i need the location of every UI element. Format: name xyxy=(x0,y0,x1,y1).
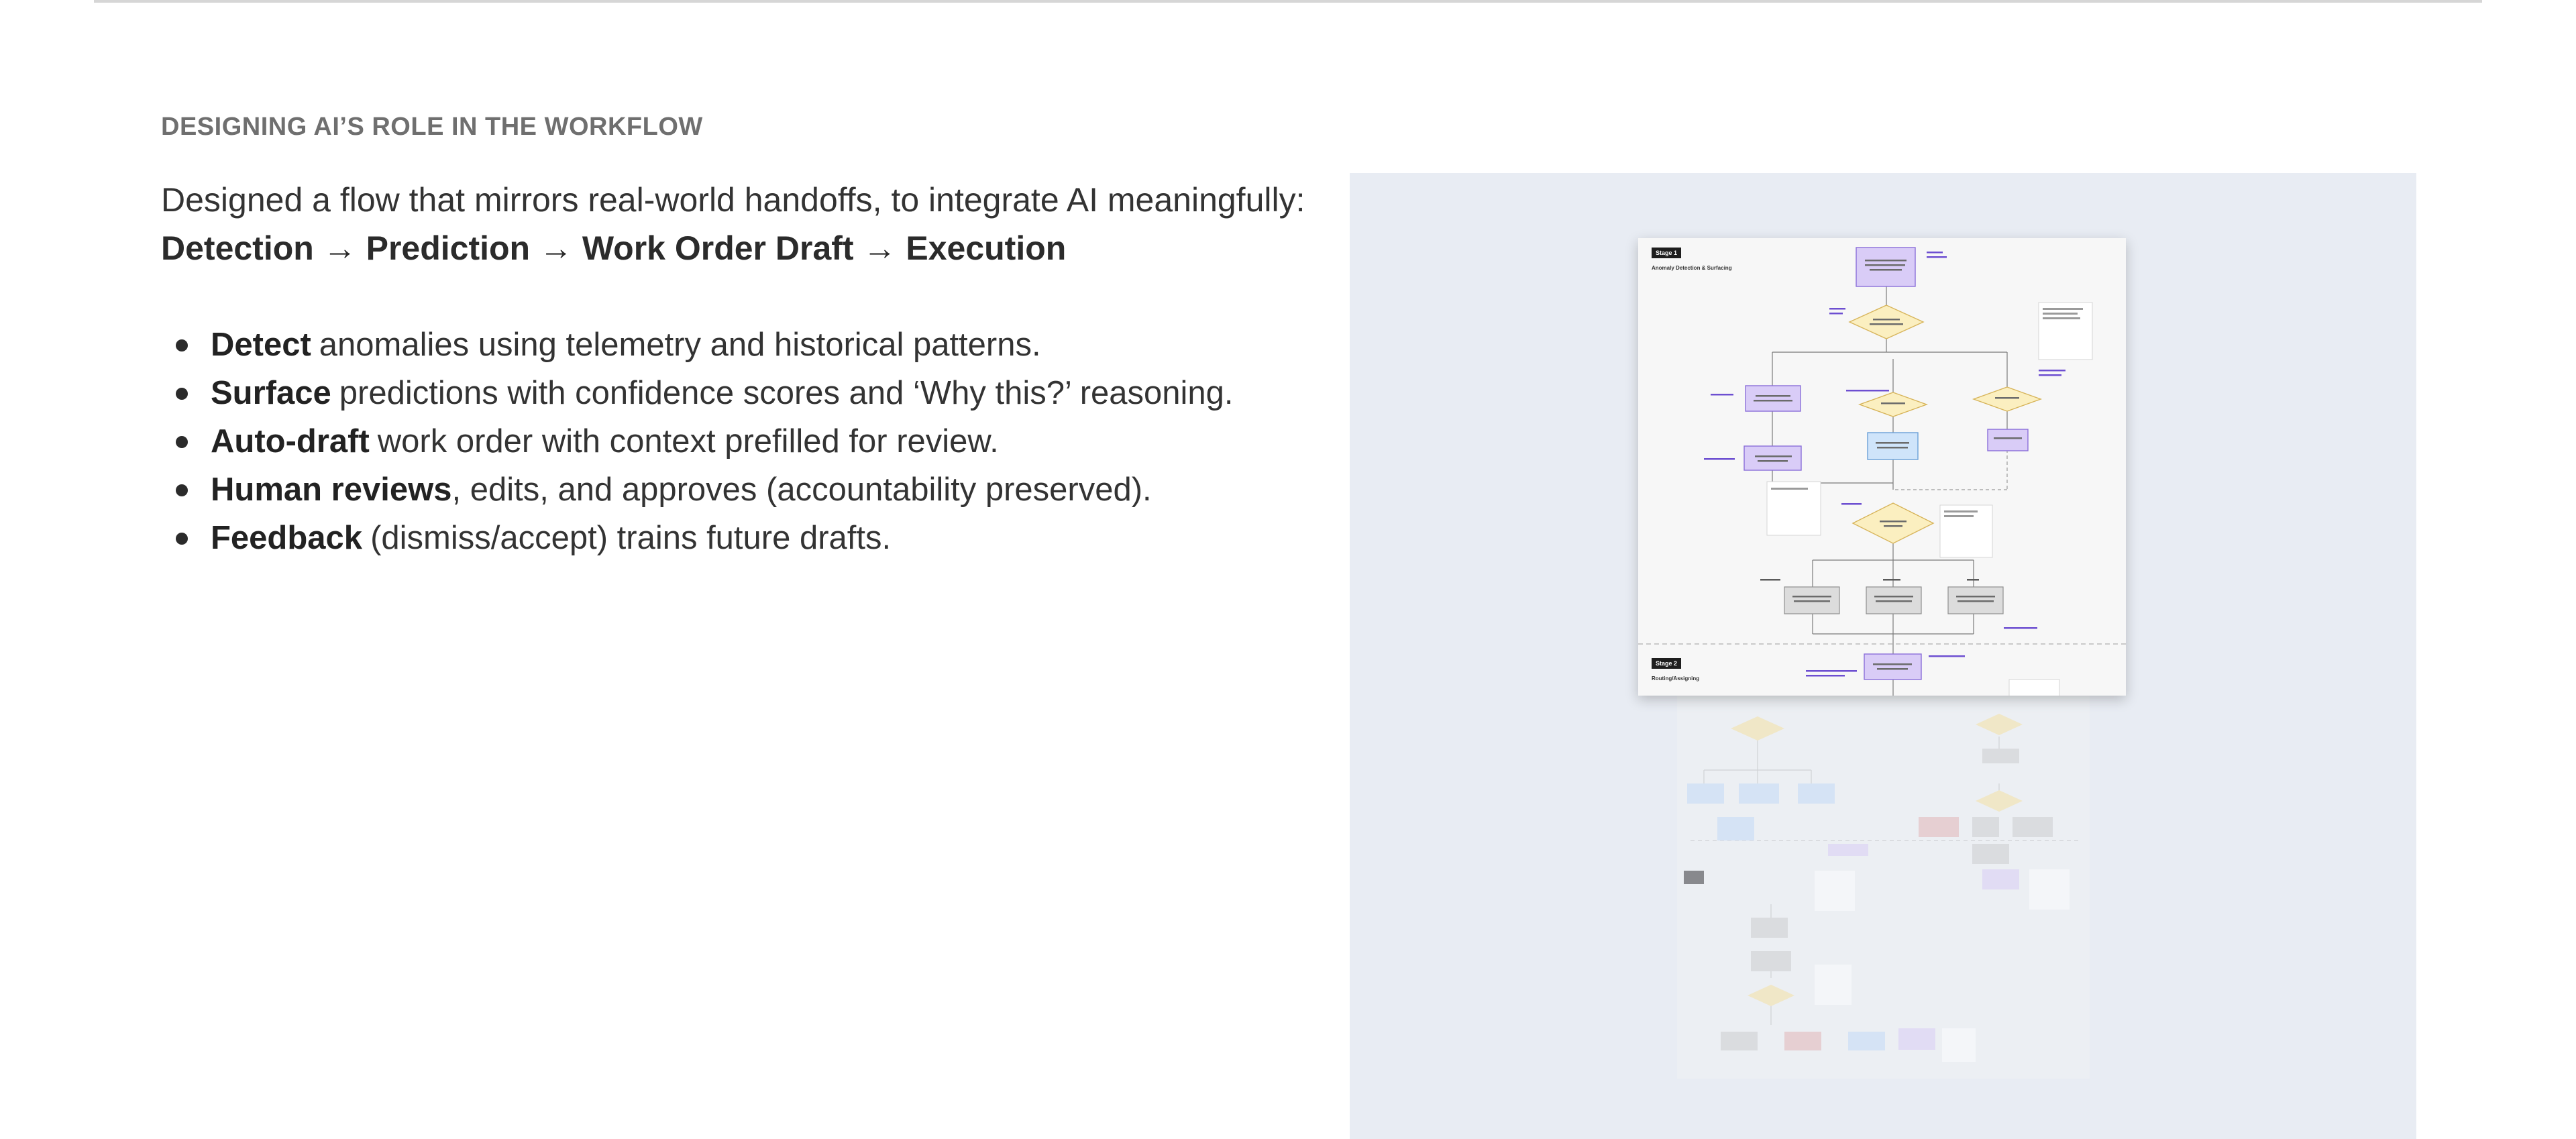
bullet-text: , edits, and approves (accountability pr… xyxy=(451,472,1152,508)
bullet-item: Human reviews, edits, and approves (acco… xyxy=(176,466,1316,514)
bullet-item: Auto-draft work order with context prefil… xyxy=(176,417,1316,466)
bullet-item: Detect anomalies using telemetry and hist… xyxy=(176,321,1316,369)
bullet-text: work order with context prefilled for re… xyxy=(377,423,999,459)
bullet-item: Surface predictions with confidence score… xyxy=(176,369,1316,417)
intro-paragraph: Designed a flow that mirrors real-world … xyxy=(161,176,1315,272)
stage1-title: Anomaly Detection & Surfacing xyxy=(1652,265,1732,271)
bullet-icon xyxy=(176,339,188,351)
faded-flowchart xyxy=(1677,690,2090,1079)
bullet-icon xyxy=(176,436,188,448)
bullet-bold: Detect xyxy=(211,327,311,363)
bullet-item: Feedback (dismiss/accept) trains future d… xyxy=(176,514,1316,562)
bullet-icon xyxy=(176,484,188,496)
bullet-bold: Surface xyxy=(211,375,331,411)
bullet-text: (dismiss/accept) trains future drafts. xyxy=(370,520,892,556)
bullet-bold: Human reviews xyxy=(211,472,452,508)
section-eyebrow: DESIGNING AI’S ROLE IN THE WORKFLOW xyxy=(161,113,703,141)
bullet-icon xyxy=(176,388,188,400)
bullet-icon xyxy=(176,533,188,545)
flowchart-graphic xyxy=(1638,247,2126,696)
faded-flowchart-graphic xyxy=(1684,714,2080,1062)
stage1-tag: Stage 1 xyxy=(1652,248,1682,258)
bullet-bold: Feedback xyxy=(211,520,363,556)
bullet-text: predictions with confidence scores and ‘… xyxy=(339,375,1234,411)
intro-text: Designed a flow that mirrors real-world … xyxy=(161,181,1305,219)
top-divider xyxy=(94,0,2482,3)
bullet-list: Detect anomalies using telemetry and hist… xyxy=(176,321,1316,562)
bullet-text: anomalies using telemetry and historical… xyxy=(319,327,1041,363)
flow-summary: Detection → Prediction → Work Order Draf… xyxy=(161,229,1067,267)
diagram-panel: Stage 1 Anomaly Detection & Surfacing St… xyxy=(1350,173,2416,1139)
stage2-title: Routing/Assigning xyxy=(1652,675,1700,682)
flowchart-board: Stage 1 Anomaly Detection & Surfacing St… xyxy=(1638,238,2126,696)
stage2-tag: Stage 2 xyxy=(1652,658,1682,669)
bullet-bold: Auto-draft xyxy=(211,423,370,459)
